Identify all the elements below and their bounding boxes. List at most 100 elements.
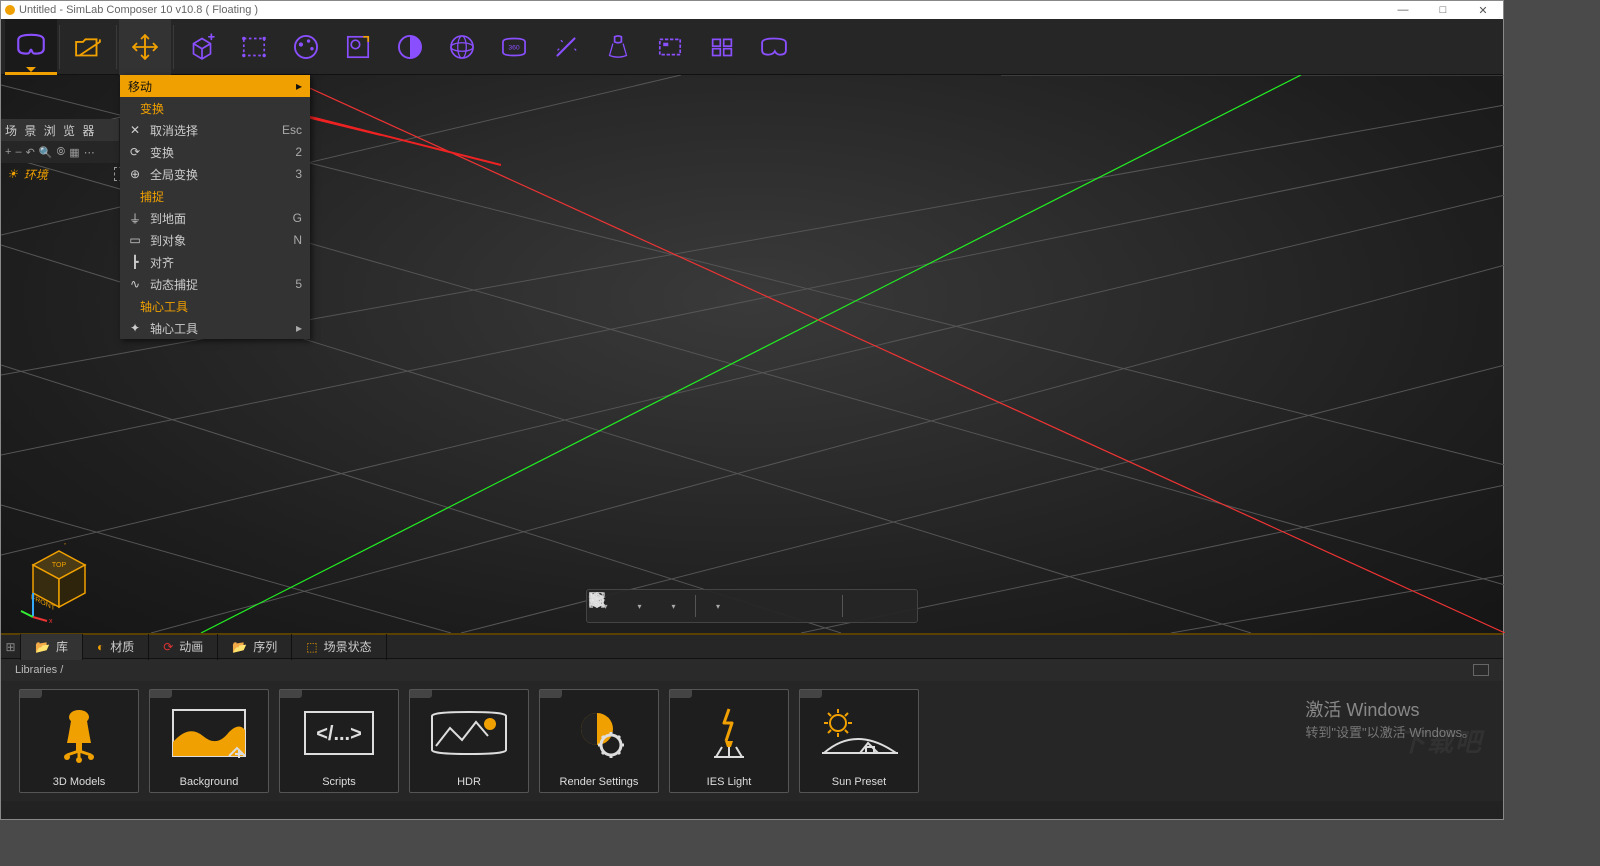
material-icon: ◐ (97, 640, 104, 654)
menu-item-global-transform[interactable]: ⊕ 全局变换3 (120, 163, 310, 185)
svg-text:</...>: </...> (316, 723, 362, 745)
menu-header-pivot: 轴心工具 (120, 295, 310, 317)
tb-360-icon[interactable]: 360 (488, 19, 540, 75)
rotate-icon: ⟳ (128, 145, 142, 159)
menu-item-to-object[interactable]: ▭ 到对象N (120, 229, 310, 251)
bottom-tabs: ⊞ 📂 库 ◐ 材质 ⟳ 动画 📂 序列 ⬚ 场景状态 (1, 633, 1503, 659)
scene-browser-tools: + – ↶ 🔍 ⦾ ▦ ⋯ (1, 141, 119, 163)
tb-slide-icon[interactable] (644, 19, 696, 75)
x-axis-line (281, 75, 1505, 633)
ground-icon: ⏚ (128, 210, 142, 227)
lib-sun-preset[interactable]: Sun Preset (799, 689, 919, 793)
lib-ies-light[interactable]: IES Light (669, 689, 789, 793)
tb-globe-icon[interactable] (436, 19, 488, 75)
vt-layers-icon[interactable] (808, 594, 832, 618)
y-axis-line (201, 75, 1301, 633)
lib-background[interactable]: Background (149, 689, 269, 793)
svg-text:TOP: TOP (52, 562, 67, 569)
scene-search-icon[interactable]: 🔍 (39, 146, 53, 159)
scene-item-environment[interactable]: ☀ 环境 (1, 163, 119, 185)
tb-goggles-icon[interactable] (748, 19, 800, 75)
menu-item-to-ground[interactable]: ⏚ 到地面G (120, 207, 310, 229)
folder-icon: 📂 (35, 640, 50, 654)
tb-vr-icon[interactable] (5, 19, 57, 75)
breadcrumb-text[interactable]: Libraries / (15, 664, 63, 676)
animation-icon: ⟳ (163, 640, 173, 654)
tab-library[interactable]: 📂 库 (21, 634, 83, 660)
tab-toggle-icon[interactable]: ⊞ (1, 634, 21, 660)
menu-item-dynamic-snap[interactable]: ∿ 动态捕捉5 (120, 273, 310, 295)
sun-icon: ☀ (7, 167, 18, 181)
tab-material[interactable]: ◐ 材质 (83, 634, 149, 660)
scene-browser-title: 场 景 浏 览 器 (1, 119, 119, 141)
main-toolbar: 360 (1, 19, 1503, 75)
tb-magic-icon[interactable] (540, 19, 592, 75)
svg-text:RIGHT: RIGHT (64, 543, 86, 547)
scene-more-icon[interactable]: ⋯ (84, 146, 95, 159)
vt-camera-icon[interactable] (740, 594, 764, 618)
menu-header-transform: 变换 (120, 97, 310, 119)
lib-3d-models[interactable]: 3D Models (19, 689, 139, 793)
folder-icon: 📂 (232, 640, 247, 654)
panel-toggle-icon[interactable] (1473, 664, 1489, 676)
lib-hdr[interactable]: HDR (409, 689, 529, 793)
scene-undo-icon[interactable]: ↶ (26, 146, 35, 159)
menu-item-pivot-tools[interactable]: ✦ 轴心工具▸ (120, 317, 310, 339)
lib-render-settings[interactable]: Render Settings (539, 689, 659, 793)
library-breadcrumb: Libraries / (1, 659, 1503, 681)
tb-shape-icon[interactable] (176, 19, 228, 75)
download-watermark: 下载吧 (1399, 722, 1483, 759)
lib-scripts[interactable]: </...> Scripts (279, 689, 399, 793)
tb-shade-icon[interactable] (384, 19, 436, 75)
vt-drop-icon[interactable] (887, 594, 911, 618)
viewport-toolbar: ▾ ▾ ▾ ▾ (586, 589, 918, 623)
scene-item-label: 环境 (24, 166, 48, 183)
tab-label: 动画 (179, 638, 203, 655)
vt-grid-icon[interactable] (853, 594, 877, 618)
tab-sequence[interactable]: 📂 序列 (218, 634, 292, 660)
library-shelf: 3D Models Background </...> Scripts HDR … (1, 681, 1503, 801)
scene-add-icon[interactable]: + (5, 146, 11, 158)
menu-item-align[interactable]: ┣ 对齐 (120, 251, 310, 273)
window-title: Untitled - SimLab Composer 10 v10.8 ( Fl… (19, 4, 258, 16)
vt-cube2-icon[interactable]: ▾ (661, 594, 685, 618)
minimize-button[interactable]: — (1383, 4, 1423, 16)
menu-item-move[interactable]: 移动▸ (120, 75, 310, 97)
tb-marquee-icon[interactable] (228, 19, 280, 75)
align-icon: ┣ (128, 255, 142, 269)
tab-label: 场景状态 (324, 638, 372, 655)
tab-animation[interactable]: ⟳ 动画 (149, 634, 218, 660)
globe-small-icon: ⊕ (128, 167, 142, 181)
tab-label: 序列 (253, 638, 277, 655)
maximize-button[interactable]: □ (1423, 4, 1463, 16)
scene-remove-icon[interactable]: – (15, 146, 21, 158)
tb-paint-icon[interactable] (280, 19, 332, 75)
close-button[interactable]: ✕ (1463, 4, 1503, 17)
svg-text:x: x (49, 618, 53, 623)
menu-item-deselect[interactable]: ✕ 取消选择Esc (120, 119, 310, 141)
tb-move-icon[interactable] (119, 19, 171, 75)
tb-open-icon[interactable] (62, 19, 114, 75)
tb-grid-icon[interactable] (696, 19, 748, 75)
menu-item-transform[interactable]: ⟳ 变换2 (120, 141, 310, 163)
tb-spotlight-icon[interactable] (592, 19, 644, 75)
wave-icon: ∿ (128, 277, 142, 291)
menu-header-snap: 捕捉 (120, 185, 310, 207)
vt-pointer-icon[interactable]: ▾ (706, 594, 730, 618)
move-dropdown-menu: 移动▸ 变换 ✕ 取消选择Esc ⟳ 变换2 ⊕ 全局变换3 捕捉 ⏚ (120, 75, 310, 339)
vt-zoom-icon[interactable] (774, 594, 798, 618)
navigation-cube[interactable]: TOP FRONT RIGHT x (19, 543, 99, 623)
pivot-icon: ✦ (128, 321, 142, 335)
main-area: TOP FRONT RIGHT x ▾ ▾ ▾ ▾ (1, 75, 1503, 633)
scene-gridview-icon[interactable]: ▦ (69, 146, 79, 159)
scene-target-icon[interactable]: ⦾ (56, 146, 65, 159)
vt-focus-icon[interactable]: ▾ (627, 594, 651, 618)
state-icon: ⬚ (306, 640, 317, 654)
app-window: Untitled - SimLab Composer 10 v10.8 ( Fl… (0, 0, 1504, 820)
tab-scene-state[interactable]: ⬚ 场景状态 (292, 634, 386, 660)
tb-view-icon[interactable] (332, 19, 384, 75)
object-icon: ▭ (128, 233, 142, 247)
svg-text:360: 360 (508, 44, 520, 51)
close-icon: ✕ (128, 123, 142, 137)
scene-browser-panel: 场 景 浏 览 器 + – ↶ 🔍 ⦾ ▦ ⋯ ☀ 环境 (1, 119, 119, 185)
